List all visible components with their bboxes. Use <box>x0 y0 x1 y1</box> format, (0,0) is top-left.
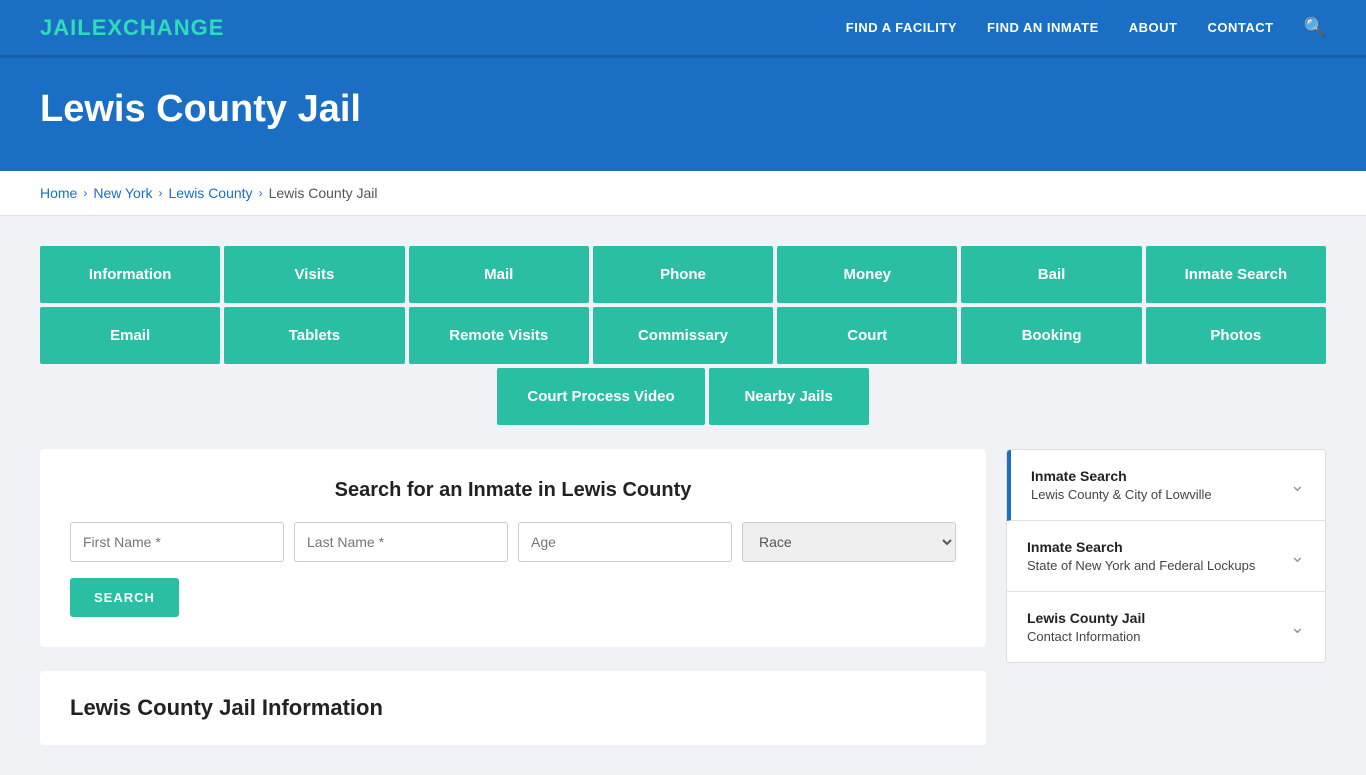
sidebar-item-3-title: Lewis County Jail <box>1027 610 1145 626</box>
breadcrumb-home[interactable]: Home <box>40 185 77 201</box>
search-button[interactable]: SEARCH <box>70 578 179 617</box>
info-title: Lewis County Jail Information <box>70 695 956 721</box>
search-panel: Search for an Inmate in Lewis County Rac… <box>40 449 986 647</box>
breadcrumb-sep-3: › <box>259 186 263 200</box>
nav-find-facility[interactable]: FIND A FACILITY <box>846 20 957 35</box>
breadcrumb: Home › New York › Lewis County › Lewis C… <box>0 171 1366 216</box>
button-row-3: Court Process Video Nearby Jails <box>40 368 1326 425</box>
search-icon[interactable]: 🔍 <box>1304 17 1326 38</box>
left-column: Search for an Inmate in Lewis County Rac… <box>40 449 986 745</box>
chevron-down-icon-2: ⌄ <box>1290 546 1305 567</box>
sidebar: Inmate Search Lewis County & City of Low… <box>1006 449 1326 663</box>
nav-find-inmate[interactable]: FIND AN INMATE <box>987 20 1099 35</box>
breadcrumb-new-york[interactable]: New York <box>93 185 152 201</box>
sidebar-item-1-sub: Lewis County & City of Lowville <box>1031 487 1212 502</box>
content-area: Search for an Inmate in Lewis County Rac… <box>40 449 1326 745</box>
btn-remote-visits[interactable]: Remote Visits <box>409 307 589 364</box>
btn-mail[interactable]: Mail <box>409 246 589 303</box>
page-title: Lewis County Jail <box>40 88 1326 131</box>
btn-email[interactable]: Email <box>40 307 220 364</box>
sidebar-item-2-text: Inmate Search State of New York and Fede… <box>1027 539 1255 573</box>
search-fields: Race White Black Hispanic Asian Other <box>70 522 956 562</box>
btn-booking[interactable]: Booking <box>961 307 1141 364</box>
hero-section: Lewis County Jail <box>0 58 1366 171</box>
btn-court[interactable]: Court <box>777 307 957 364</box>
button-row-1: Information Visits Mail Phone Money Bail… <box>40 246 1326 303</box>
sidebar-item-3-sub: Contact Information <box>1027 629 1145 644</box>
race-select[interactable]: Race White Black Hispanic Asian Other <box>742 522 956 562</box>
first-name-input[interactable] <box>70 522 284 562</box>
btn-phone[interactable]: Phone <box>593 246 773 303</box>
nav-about[interactable]: ABOUT <box>1129 20 1178 35</box>
sidebar-item-2[interactable]: Inmate Search State of New York and Fede… <box>1007 521 1325 592</box>
breadcrumb-sep-1: › <box>83 186 87 200</box>
sidebar-item-2-sub: State of New York and Federal Lockups <box>1027 558 1255 573</box>
breadcrumb-current: Lewis County Jail <box>269 185 378 201</box>
info-section: Lewis County Jail Information <box>40 671 986 745</box>
button-row-2: Email Tablets Remote Visits Commissary C… <box>40 307 1326 364</box>
btn-commissary[interactable]: Commissary <box>593 307 773 364</box>
btn-bail[interactable]: Bail <box>961 246 1141 303</box>
nav-links: FIND A FACILITY FIND AN INMATE ABOUT CON… <box>846 17 1326 38</box>
navbar: JAILEXCHANGE FIND A FACILITY FIND AN INM… <box>0 0 1366 58</box>
btn-court-process-video[interactable]: Court Process Video <box>497 368 704 425</box>
search-title: Search for an Inmate in Lewis County <box>70 479 956 502</box>
logo-jail: JAIL <box>40 15 92 40</box>
btn-money[interactable]: Money <box>777 246 957 303</box>
breadcrumb-lewis-county[interactable]: Lewis County <box>169 185 253 201</box>
btn-visits[interactable]: Visits <box>224 246 404 303</box>
last-name-input[interactable] <box>294 522 508 562</box>
btn-inmate-search[interactable]: Inmate Search <box>1146 246 1326 303</box>
nav-contact[interactable]: CONTACT <box>1207 20 1273 35</box>
sidebar-item-2-title: Inmate Search <box>1027 539 1255 555</box>
btn-tablets[interactable]: Tablets <box>224 307 404 364</box>
btn-photos[interactable]: Photos <box>1146 307 1326 364</box>
sidebar-item-3[interactable]: Lewis County Jail Contact Information ⌄ <box>1007 592 1325 662</box>
main-content: Information Visits Mail Phone Money Bail… <box>0 216 1366 775</box>
age-input[interactable] <box>518 522 732 562</box>
logo-exchange: EXCHANGE <box>92 15 225 40</box>
chevron-down-icon-3: ⌄ <box>1290 617 1305 638</box>
breadcrumb-sep-2: › <box>159 186 163 200</box>
sidebar-item-1-text: Inmate Search Lewis County & City of Low… <box>1031 468 1212 502</box>
chevron-down-icon-1: ⌄ <box>1290 475 1305 496</box>
sidebar-item-1[interactable]: Inmate Search Lewis County & City of Low… <box>1007 450 1325 521</box>
sidebar-item-3-text: Lewis County Jail Contact Information <box>1027 610 1145 644</box>
logo[interactable]: JAILEXCHANGE <box>40 15 224 41</box>
sidebar-item-1-title: Inmate Search <box>1031 468 1212 484</box>
btn-nearby-jails[interactable]: Nearby Jails <box>709 368 869 425</box>
btn-information[interactable]: Information <box>40 246 220 303</box>
